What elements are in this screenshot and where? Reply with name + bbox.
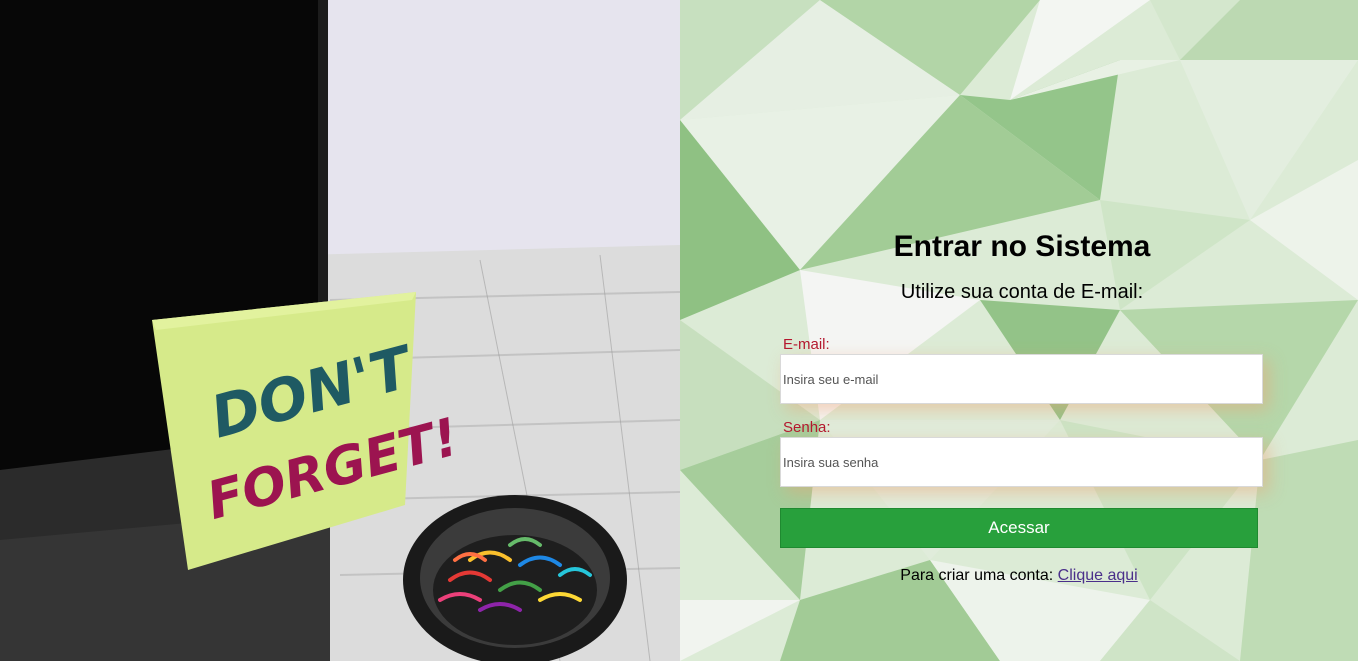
page-title: Entrar no Sistema [893, 230, 1151, 263]
signup-row: Para criar uma conta: Clique aqui [680, 567, 1358, 585]
login-panel: Entrar no Sistema Utilize sua conta de E… [680, 0, 1358, 661]
low-poly-background [680, 0, 1358, 661]
submit-button[interactable]: Acessar [780, 508, 1258, 548]
email-field[interactable] [780, 354, 1263, 404]
password-field[interactable] [780, 437, 1263, 487]
paperclip-cup [403, 495, 627, 661]
email-label: E-mail: [783, 336, 830, 353]
signup-link[interactable]: Clique aqui [1058, 567, 1138, 584]
password-label: Senha: [783, 419, 831, 436]
hero-photo: DON'T FORGET! [0, 0, 680, 661]
signup-prompt: Para criar uma conta: [900, 567, 1054, 584]
page-subtitle: Utilize sua conta de E-mail: [900, 281, 1144, 303]
